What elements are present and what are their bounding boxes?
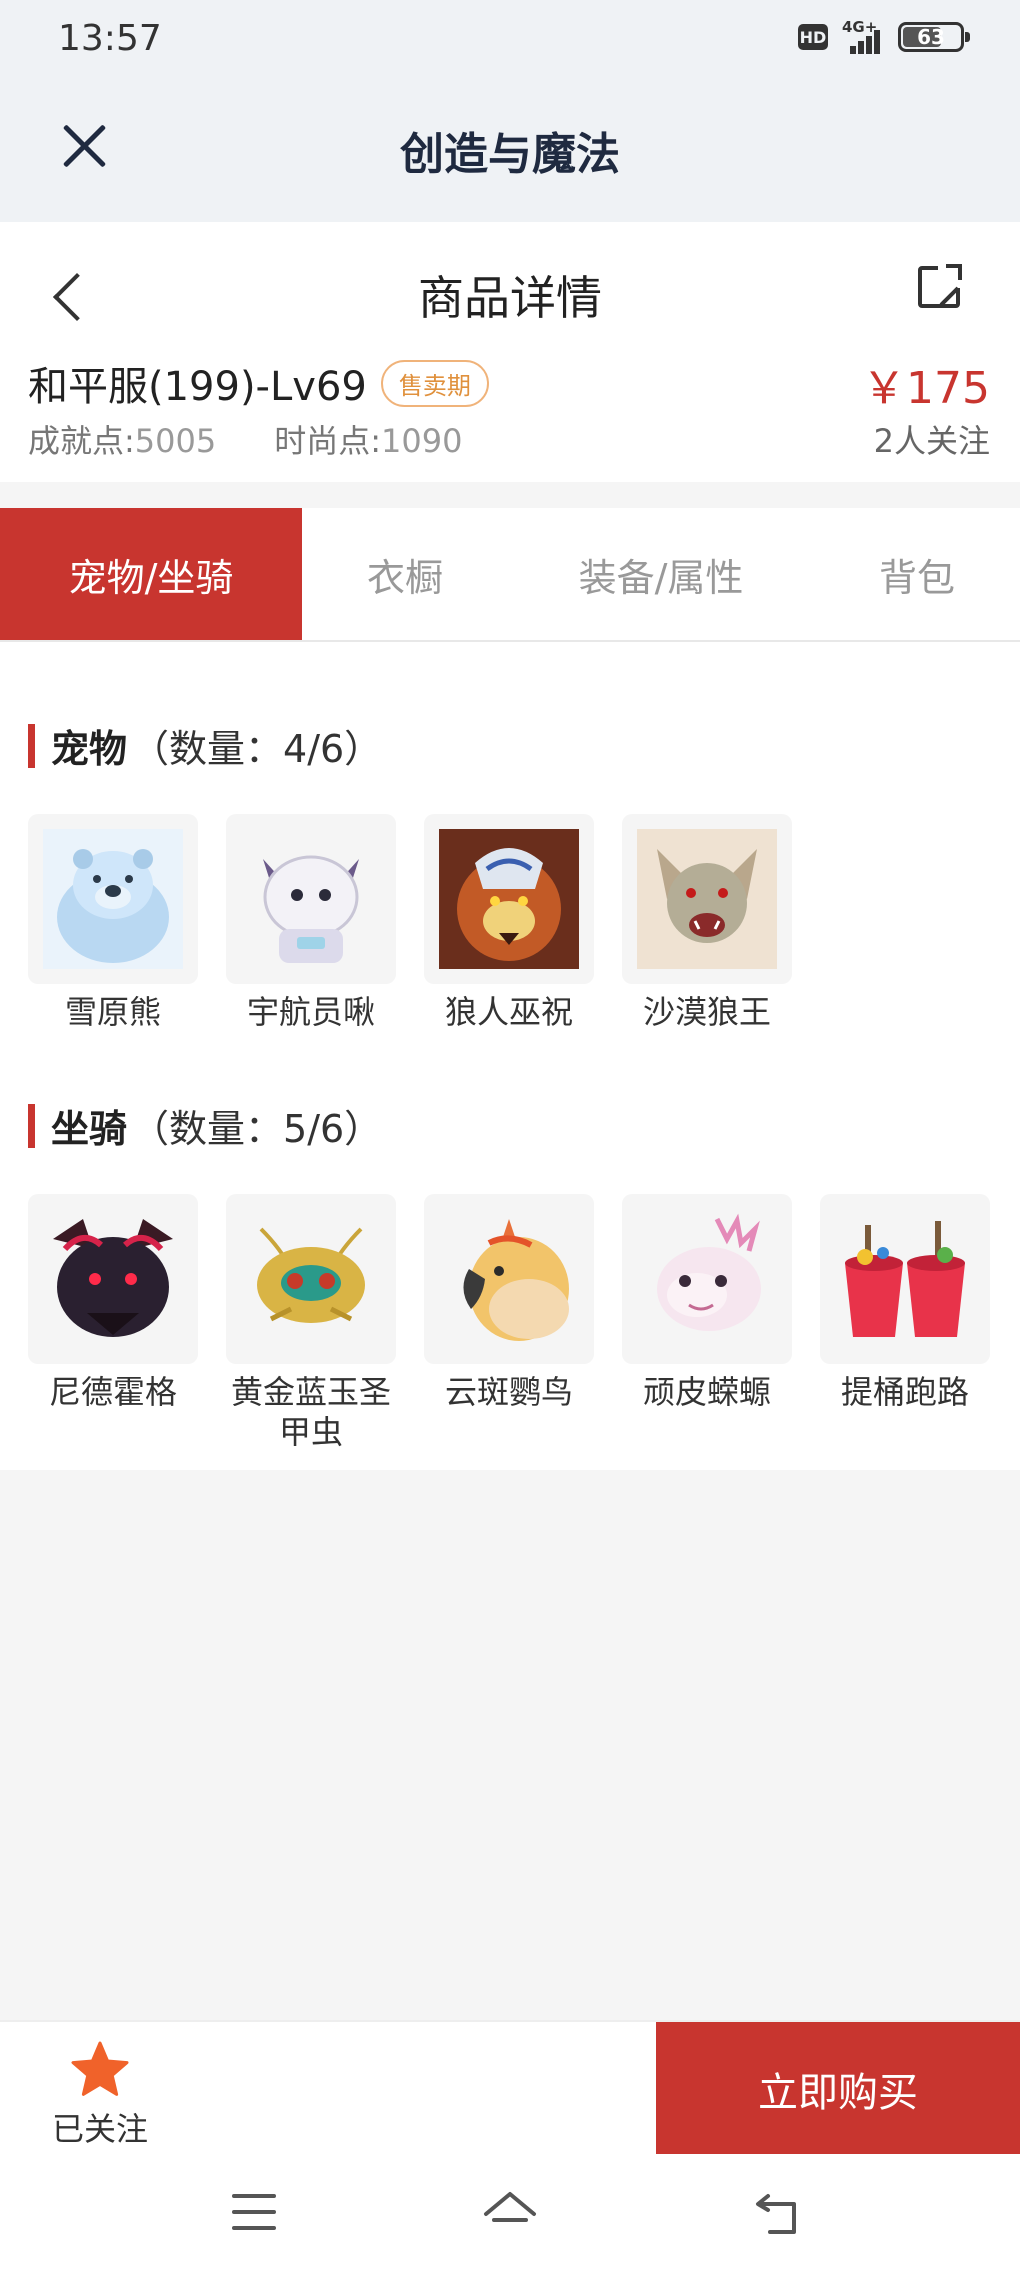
mount-item[interactable]: 云斑鹦鸟 bbox=[424, 1194, 594, 1452]
pet-item[interactable]: 沙漠狼王 bbox=[622, 814, 792, 1032]
price: ￥175 bbox=[862, 363, 990, 414]
pets-grid: 雪原熊 宇航员啾 狼人巫祝 沙漠狼王 bbox=[28, 814, 792, 1032]
tab-content: 宠物 （数量：4/6） 雪原熊 宇航员啾 狼人巫祝 沙漠狼王 坐骑 （数量：5/… bbox=[0, 642, 1020, 1470]
system-nav-bar bbox=[0, 2154, 1020, 2274]
page-title: 商品详情 bbox=[418, 271, 602, 325]
buckets-icon bbox=[820, 1194, 990, 1364]
pet-name: 宇航员啾 bbox=[246, 993, 375, 1031]
achievement-label: 成就点: bbox=[28, 422, 135, 460]
pet-name: 沙漠狼王 bbox=[642, 993, 771, 1031]
fashion-value: 1090 bbox=[381, 422, 463, 460]
section-marker bbox=[28, 1103, 35, 1148]
menu-icon[interactable] bbox=[232, 2194, 276, 2230]
mount-name: 提桶跑路 bbox=[840, 1373, 969, 1411]
pet-item[interactable]: 狼人巫祝 bbox=[424, 814, 594, 1032]
axolotl-icon bbox=[622, 1194, 792, 1364]
fashion-points: 时尚点:1090 bbox=[274, 416, 462, 462]
pet-name: 雪原熊 bbox=[64, 993, 161, 1031]
mount-name: 尼德霍格 bbox=[48, 1373, 177, 1411]
snow-bear-icon bbox=[28, 814, 198, 984]
pet-name: 狼人巫祝 bbox=[444, 993, 573, 1031]
product-header: 商品详情 和平服(199)-Lv69 售卖期 ￥175 成就点:5005 时尚点… bbox=[0, 222, 1020, 482]
status-icons: HD 4G+ 63 bbox=[798, 18, 970, 54]
astronaut-bird-icon bbox=[226, 814, 396, 984]
app-title: 创造与魔法 bbox=[400, 129, 620, 180]
pet-item[interactable]: 雪原熊 bbox=[28, 814, 198, 1032]
desert-wolf-king-icon bbox=[622, 814, 792, 984]
share-icon[interactable] bbox=[918, 262, 964, 308]
mount-item[interactable]: 尼德霍格 bbox=[28, 1194, 198, 1452]
mount-name: 云斑鹦鸟 bbox=[444, 1373, 573, 1411]
mount-item[interactable]: 提桶跑路 bbox=[820, 1194, 990, 1452]
follow-button[interactable]: 已关注 bbox=[30, 2040, 170, 2150]
follow-label: 已关注 bbox=[51, 2110, 148, 2148]
hd-icon: HD bbox=[798, 24, 828, 50]
product-name: 和平服(199)-Lv69 bbox=[28, 364, 367, 410]
star-icon bbox=[71, 2041, 129, 2096]
tab-pets-mounts[interactable]: 宠物/坐骑 bbox=[0, 508, 302, 640]
battery-level: 63 bbox=[917, 25, 945, 49]
mounts-count: （数量：5/6） bbox=[131, 1107, 383, 1151]
action-bar: 已关注 立即购买 bbox=[0, 2020, 1020, 2156]
mount-item[interactable]: 黄金蓝玉圣甲虫 bbox=[226, 1194, 396, 1452]
section-marker bbox=[28, 723, 35, 768]
status-time: 13:57 bbox=[58, 18, 162, 59]
follow-count: 2人关注 bbox=[873, 422, 990, 460]
mount-name: 黄金蓝玉圣甲虫 bbox=[230, 1373, 391, 1451]
buy-now-button[interactable]: 立即购买 bbox=[656, 2022, 1020, 2156]
werewolf-shaman-icon bbox=[424, 814, 594, 984]
pets-count: （数量：4/6） bbox=[131, 727, 383, 771]
back-nav-icon[interactable] bbox=[754, 2190, 804, 2236]
tab-wardrobe[interactable]: 衣橱 bbox=[302, 508, 508, 640]
product-name-row: 和平服(199)-Lv69 售卖期 bbox=[28, 354, 489, 412]
pets-title: 宠物 bbox=[51, 727, 128, 771]
mount-name: 顽皮蝾螈 bbox=[642, 1373, 771, 1411]
network-label: 4G+ bbox=[842, 18, 878, 36]
battery-icon: 63 bbox=[898, 22, 970, 52]
nidhogg-dragon-icon bbox=[28, 1194, 198, 1364]
golden-scarab-icon bbox=[226, 1194, 396, 1364]
pets-section-title: 宠物 （数量：4/6） bbox=[28, 718, 382, 773]
signal-icon: 4G+ bbox=[842, 18, 884, 54]
mount-item[interactable]: 顽皮蝾螈 bbox=[622, 1194, 792, 1452]
stats-row: 成就点:5005 时尚点:1090 bbox=[28, 416, 462, 462]
achievement-value: 5005 bbox=[134, 422, 217, 460]
tab-backpack[interactable]: 背包 bbox=[814, 508, 1020, 640]
home-icon[interactable] bbox=[482, 2190, 538, 2236]
achievement-points: 成就点:5005 bbox=[28, 416, 216, 462]
tab-bar: 宠物/坐骑 衣橱 装备/属性 背包 bbox=[0, 508, 1020, 642]
parrot-icon bbox=[424, 1194, 594, 1364]
fashion-label: 时尚点: bbox=[274, 422, 382, 460]
mounts-section-title: 坐骑 （数量：5/6） bbox=[28, 1098, 382, 1153]
pet-item[interactable]: 宇航员啾 bbox=[226, 814, 396, 1032]
sale-status-badge: 售卖期 bbox=[380, 359, 489, 407]
top-area: 13:57 HD 4G+ 63 创造与魔法 bbox=[0, 0, 1020, 222]
tab-equipment[interactable]: 装备/属性 bbox=[508, 508, 814, 640]
mounts-title: 坐骑 bbox=[51, 1107, 128, 1151]
mounts-grid: 尼德霍格 黄金蓝玉圣甲虫 云斑鹦鸟 顽皮蝾螈 提桶跑路 bbox=[28, 1194, 990, 1452]
